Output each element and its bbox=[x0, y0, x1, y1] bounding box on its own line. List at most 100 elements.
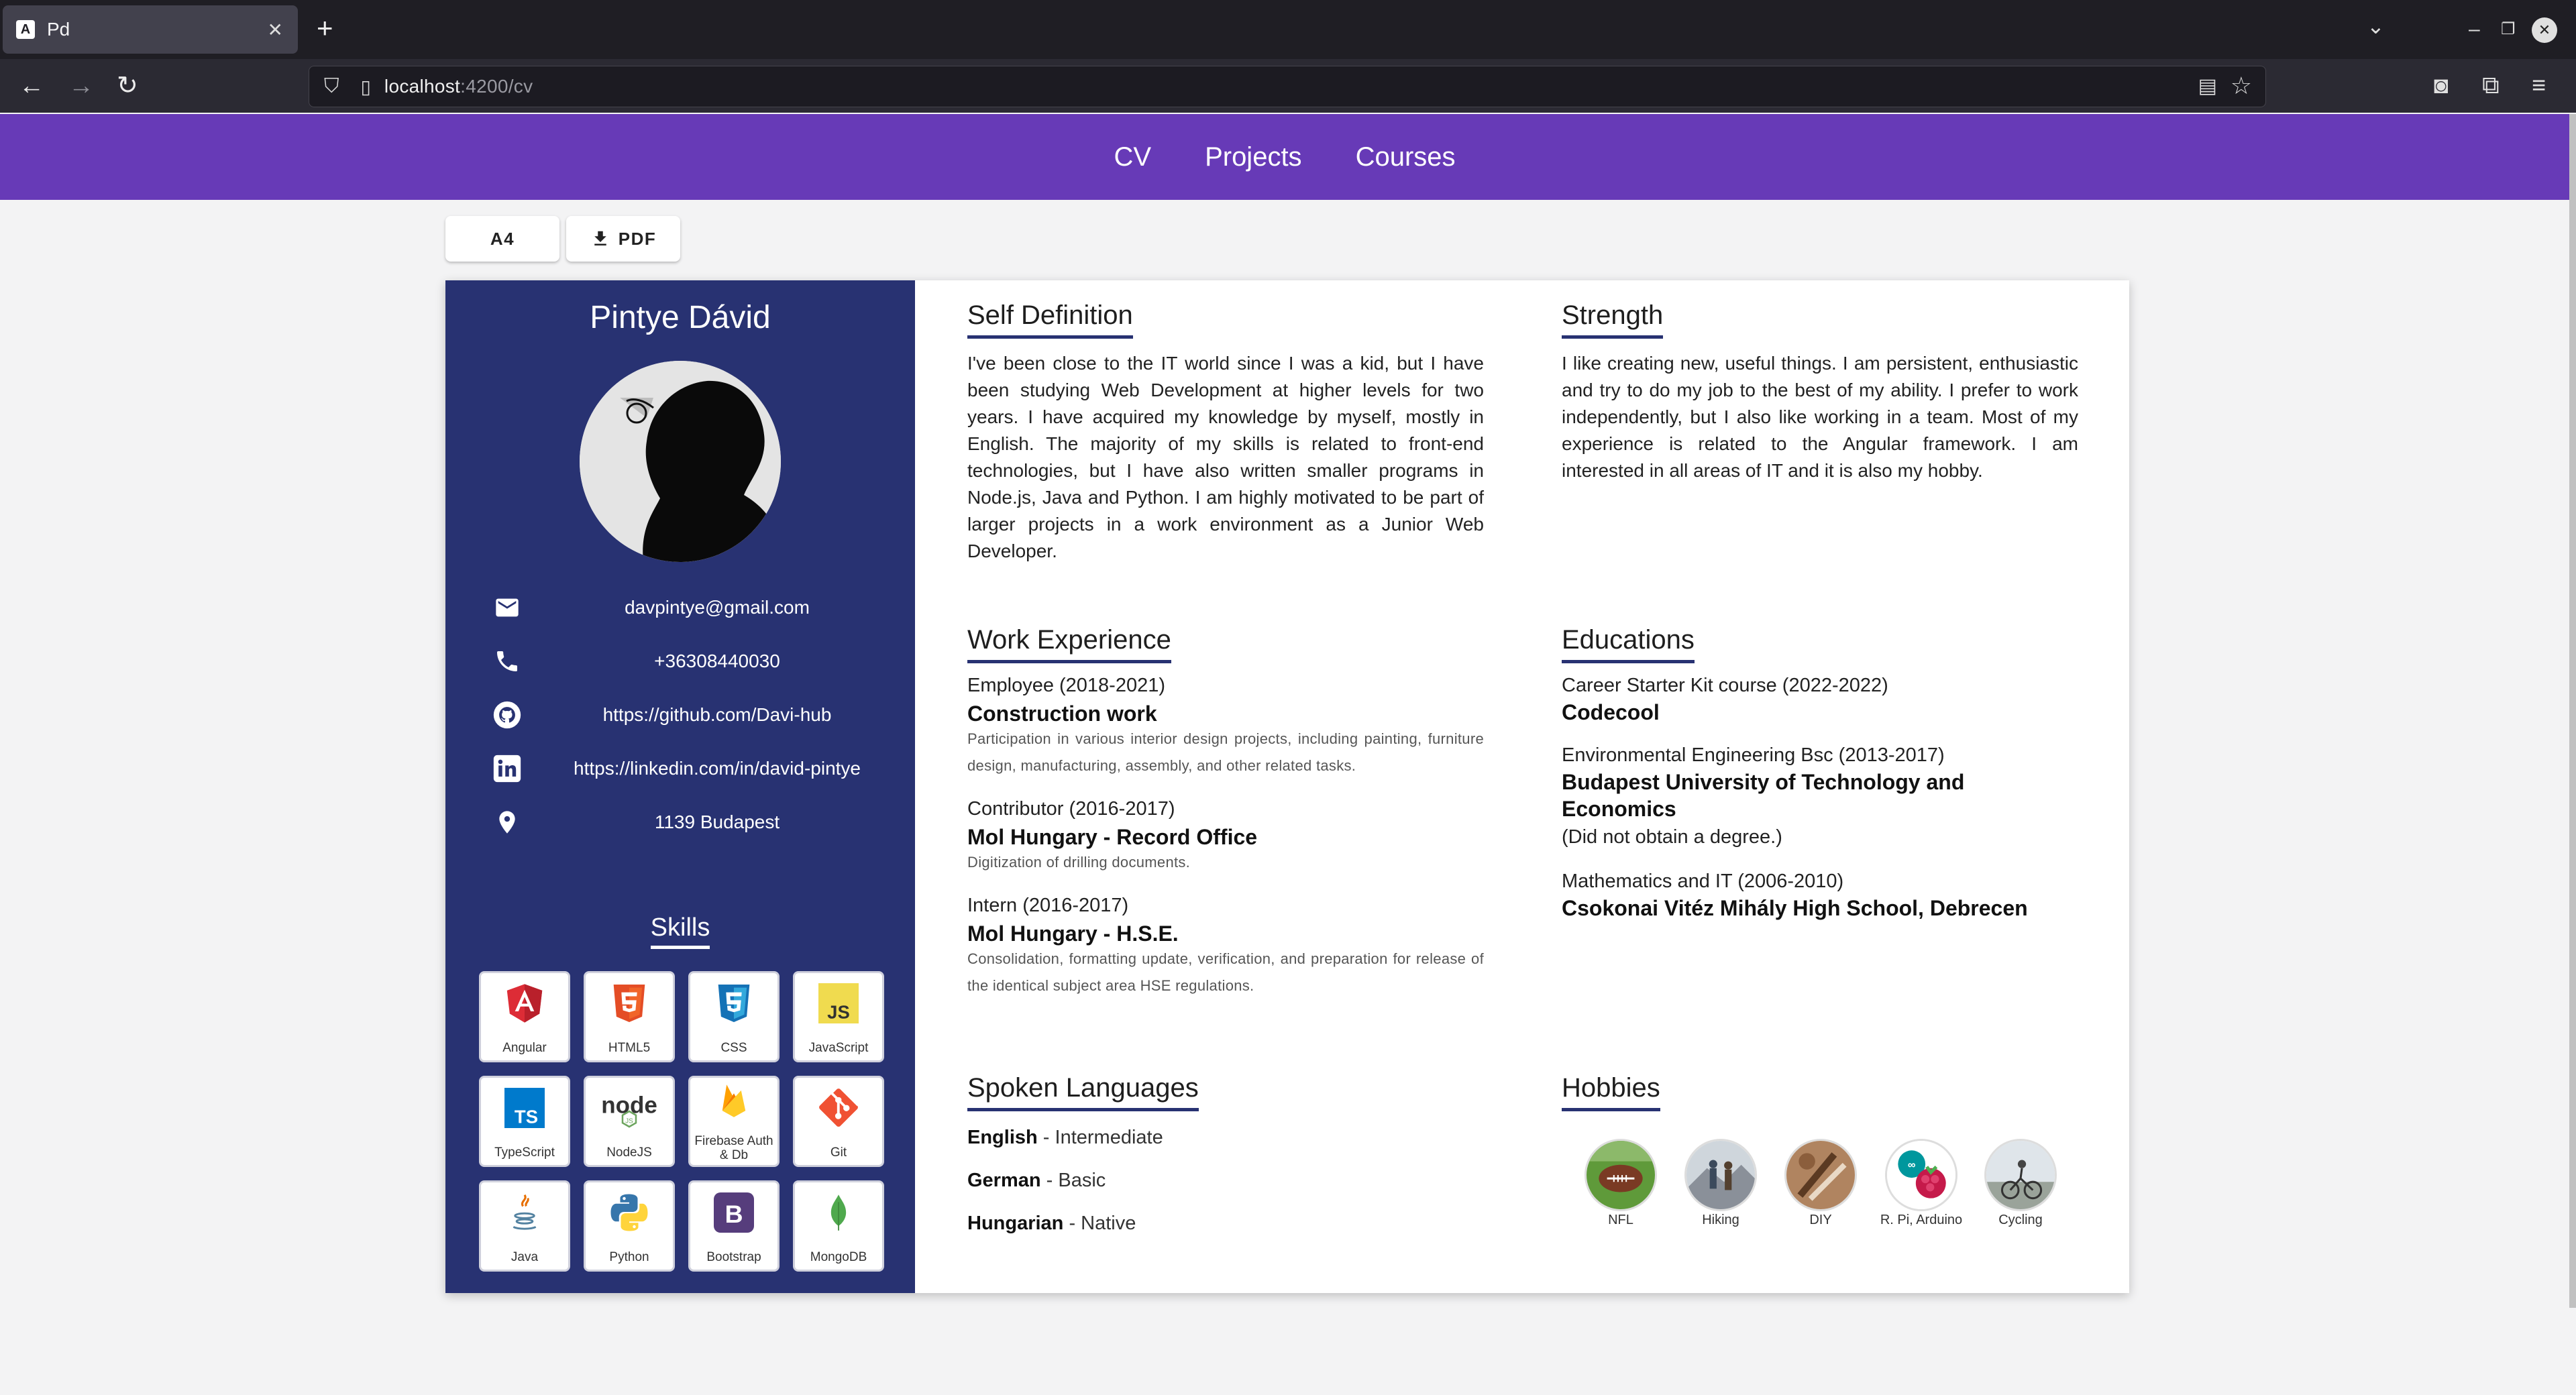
skill-mongodb: MongoDB bbox=[793, 1180, 884, 1272]
tab-close-icon[interactable]: ✕ bbox=[268, 19, 283, 41]
contact-location: 1139 Budapest bbox=[492, 802, 895, 842]
contact-location-text: 1139 Budapest bbox=[654, 812, 780, 832]
page-scrollbar[interactable] bbox=[2569, 114, 2576, 1308]
nav-link-projects[interactable]: Projects bbox=[1205, 142, 1302, 172]
new-tab-icon[interactable]: + bbox=[317, 12, 333, 44]
address-bar[interactable]: ⛉ ▯ localhost:4200/cv ▤ ☆ bbox=[309, 66, 2266, 107]
contact-phone[interactable]: +36308440030 bbox=[492, 641, 895, 681]
hobby-diy: DIY bbox=[1774, 1139, 1868, 1227]
window-close-icon[interactable]: ✕ bbox=[2532, 17, 2557, 43]
bookmark-star-icon[interactable]: ☆ bbox=[2231, 72, 2252, 100]
browser-tab-bar: A Pd ✕ + ⌄ – ❐ ✕ bbox=[0, 0, 2576, 59]
phone-icon bbox=[492, 647, 522, 676]
hobby-cycling: Cycling bbox=[1974, 1139, 2068, 1227]
hobbies-title: Hobbies bbox=[1562, 1073, 1660, 1111]
contact-github[interactable]: https://github.com/Davi-hub bbox=[492, 695, 895, 735]
nav-link-cv[interactable]: CV bbox=[1114, 142, 1151, 172]
job-period: Employee (2018-2021) bbox=[967, 675, 1166, 696]
education-school: Budapest University of Technology and Ec… bbox=[1562, 770, 1965, 821]
restore-icon[interactable]: ❐ bbox=[2501, 17, 2516, 42]
avatar bbox=[580, 361, 781, 562]
url-text[interactable]: localhost:4200/cv bbox=[384, 76, 533, 97]
cv-sheet: Pintye Dávid davpintye@gmail.com +363084… bbox=[445, 280, 2129, 1293]
skill-javascript: JS JavaScript bbox=[793, 971, 884, 1062]
cv-name: Pintye Dávid bbox=[590, 300, 771, 335]
tab-title: Pd bbox=[47, 19, 70, 40]
nav-link-courses[interactable]: Courses bbox=[1356, 142, 1456, 172]
job-title: Mol Hungary - Record Office bbox=[967, 825, 1258, 849]
job-title: Mol Hungary - H.S.E. bbox=[967, 922, 1179, 946]
strength-text: I like creating new, useful things. I am… bbox=[1562, 353, 2078, 481]
reader-view-icon[interactable]: ▤ bbox=[2198, 74, 2217, 98]
browser-tab[interactable]: A Pd ✕ bbox=[3, 5, 298, 54]
svg-text:JS: JS bbox=[827, 1002, 850, 1023]
java-icon bbox=[481, 1192, 568, 1233]
skill-typescript: TS TypeScript bbox=[479, 1076, 570, 1167]
strength-title: Strength bbox=[1562, 300, 1664, 339]
hiking-image bbox=[1684, 1139, 1757, 1211]
pocket-icon[interactable]: ◙ bbox=[2434, 71, 2449, 99]
git-icon bbox=[795, 1087, 882, 1129]
app-header: CV Projects Courses bbox=[0, 114, 2569, 200]
job-description: Participation in various interior design… bbox=[967, 730, 1484, 774]
skill-nodejs: node JS NodeJS bbox=[584, 1076, 675, 1167]
education-period: Mathematics and IT (2006-2010) bbox=[1562, 871, 1844, 892]
job-title: Construction work bbox=[967, 702, 1157, 726]
github-icon bbox=[492, 700, 522, 730]
skill-java: Java bbox=[479, 1180, 570, 1272]
football-image bbox=[1585, 1139, 1657, 1211]
firebase-icon bbox=[690, 1082, 777, 1119]
hobby-hiking: Hiking bbox=[1674, 1139, 1768, 1227]
a4-button-label: A4 bbox=[490, 228, 515, 249]
job-description: Digitization of drilling documents. bbox=[967, 854, 1191, 871]
contact-email-text: davpintye@gmail.com bbox=[625, 597, 810, 618]
javascript-icon: JS bbox=[795, 983, 882, 1024]
html5-icon bbox=[586, 983, 673, 1024]
hobby-nfl: NFL bbox=[1574, 1139, 1668, 1227]
language-item: English - Intermediate bbox=[967, 1127, 1163, 1148]
skills-title: Skills bbox=[445, 913, 915, 949]
page-icon: ▯ bbox=[360, 76, 371, 97]
hobby-raspberry-arduino: ∞ R. Pi, Arduino bbox=[1874, 1139, 1968, 1227]
hamburger-menu-icon[interactable]: ≡ bbox=[2532, 71, 2546, 99]
language-item: German - Basic bbox=[967, 1170, 1106, 1191]
a4-button[interactable]: A4 bbox=[445, 216, 559, 262]
svg-text:∞: ∞ bbox=[1908, 1159, 1916, 1171]
angular-favicon-icon: A bbox=[16, 20, 35, 39]
skill-html5: HTML5 bbox=[584, 971, 675, 1062]
skill-bootstrap: B Bootstrap bbox=[688, 1180, 780, 1272]
skill-firebase: Firebase Auth & Db bbox=[688, 1076, 780, 1167]
shield-icon[interactable]: ⛉ bbox=[324, 75, 339, 98]
extensions-icon[interactable]: ⧉ bbox=[2482, 71, 2500, 99]
contact-email[interactable]: davpintye@gmail.com bbox=[492, 588, 895, 628]
contact-linkedin[interactable]: https://linkedin.com/in/david-pintye bbox=[492, 748, 895, 789]
forward-arrow-icon[interactable]: → bbox=[68, 72, 94, 99]
skill-git: Git bbox=[793, 1076, 884, 1167]
svg-text:JS: JS bbox=[625, 1118, 633, 1125]
minimize-icon[interactable]: – bbox=[2469, 17, 2480, 42]
education-school: Codecool bbox=[1562, 700, 1660, 724]
css3-icon bbox=[690, 983, 777, 1024]
education-note: (Did not obtain a degree.) bbox=[1562, 826, 1782, 848]
job-period: Contributor (2016-2017) bbox=[967, 798, 1175, 820]
job-description: Consolidation, formatting update, verifi… bbox=[967, 950, 1484, 994]
cv-sidebar: Pintye Dávid davpintye@gmail.com +363084… bbox=[445, 280, 915, 1293]
pdf-button-label: PDF bbox=[618, 228, 657, 249]
back-arrow-icon[interactable]: ← bbox=[19, 72, 44, 99]
linkedin-icon bbox=[492, 754, 522, 783]
location-pin-icon bbox=[492, 807, 522, 837]
download-icon bbox=[594, 231, 606, 245]
cycling-image bbox=[1984, 1139, 2057, 1211]
reload-icon[interactable]: ↻ bbox=[117, 72, 138, 99]
education-period: Career Starter Kit course (2022-2022) bbox=[1562, 675, 1888, 696]
education-period: Environmental Engineering Bsc (2013-2017… bbox=[1562, 744, 1945, 766]
pdf-download-button[interactable]: PDF bbox=[566, 216, 680, 262]
contact-linkedin-text: https://linkedin.com/in/david-pintye bbox=[574, 758, 861, 779]
job-period: Intern (2016-2017) bbox=[967, 895, 1129, 916]
diy-tools-image bbox=[1784, 1139, 1857, 1211]
education-title: Educations bbox=[1562, 625, 1695, 663]
tab-list-chevron-icon[interactable]: ⌄ bbox=[2367, 13, 2385, 39]
svg-text:node: node bbox=[601, 1093, 657, 1119]
mongodb-leaf-icon bbox=[795, 1192, 882, 1233]
bootstrap-icon: B bbox=[690, 1192, 777, 1233]
